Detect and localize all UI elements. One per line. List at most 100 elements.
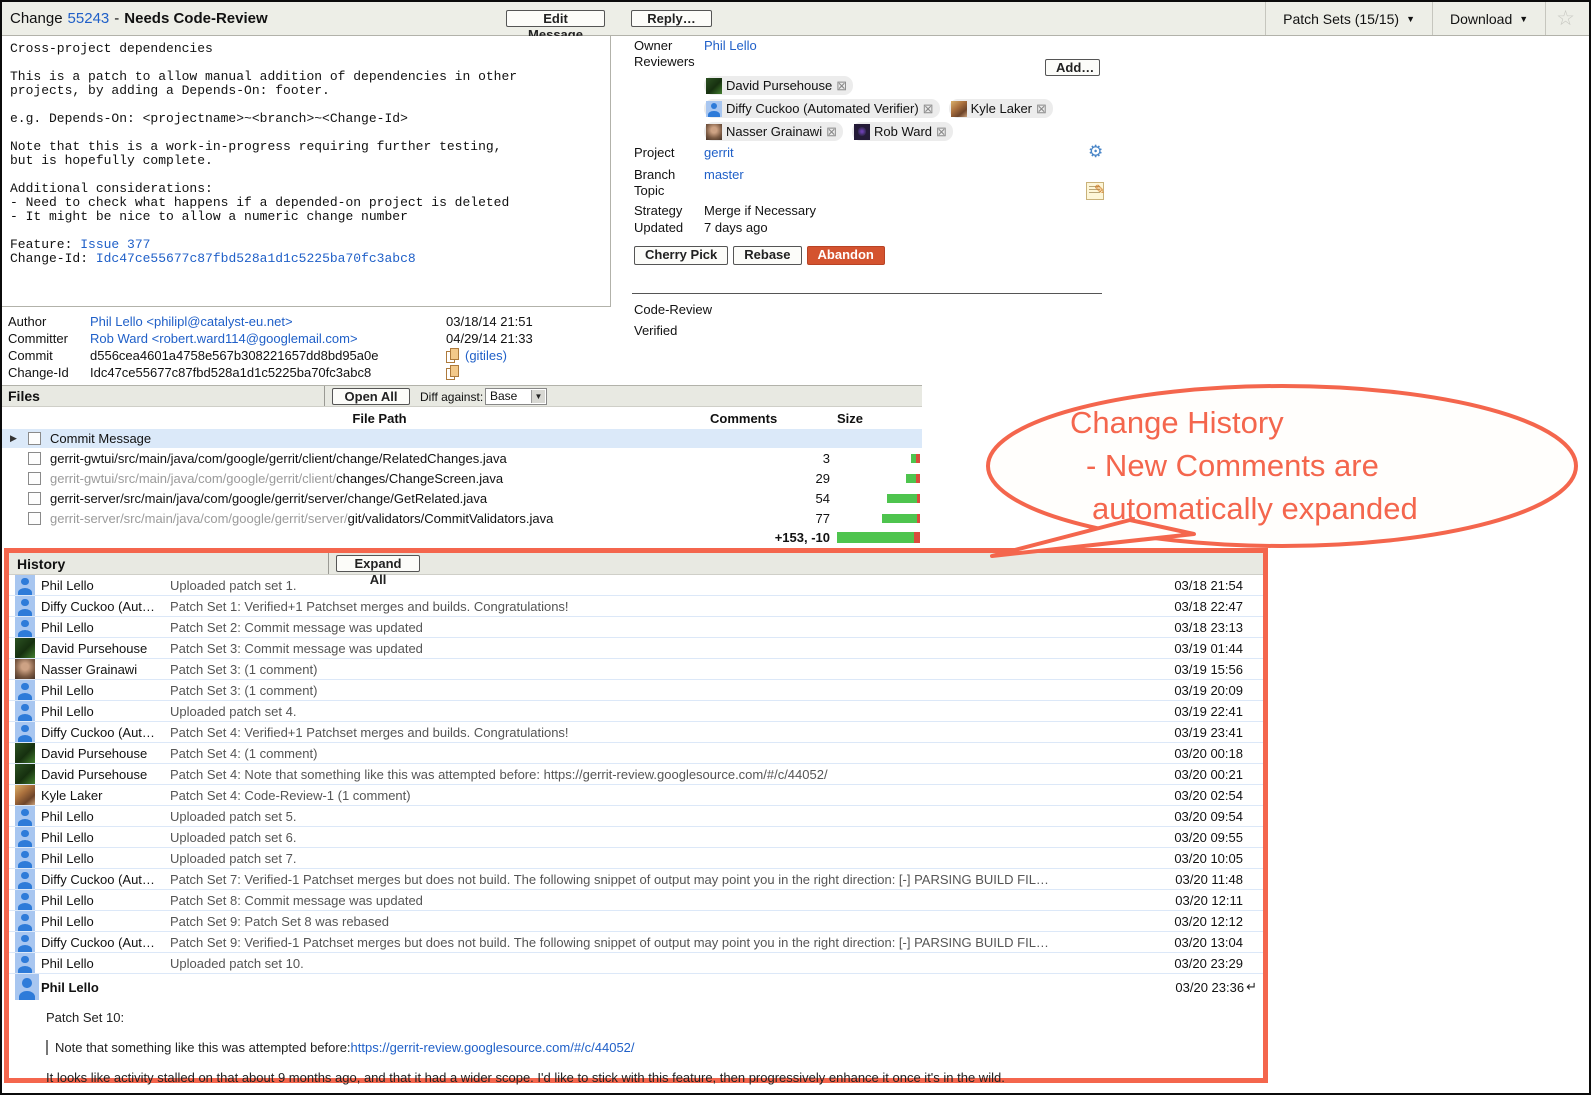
reviewer-chip[interactable]: Kyle Laker ⊠	[949, 99, 1053, 118]
reply-button[interactable]: Reply…	[631, 10, 712, 27]
file-path-link[interactable]: gerrit-gwtui/src/main/java/com/google/ge…	[50, 451, 710, 466]
history-row[interactable]: Phil Lello Patch Set 3: (1 comment) 03/1…	[9, 680, 1263, 701]
download-menu[interactable]: Download ▼	[1432, 2, 1545, 35]
remove-reviewer-icon[interactable]: ⊠	[923, 101, 934, 117]
change-id-link[interactable]: Idc47ce55677c87fbd528a1d1c5225ba70fc3abc…	[96, 251, 416, 266]
add-reviewer-button[interactable]: Add…	[1045, 59, 1100, 76]
history-row[interactable]: Phil Lello Patch Set 2: Commit message w…	[9, 617, 1263, 638]
reviewer-chip[interactable]: Nasser Grainawi ⊠	[704, 122, 843, 141]
history-row[interactable]: Phil Lello Uploaded patch set 10. 03/20 …	[9, 953, 1263, 974]
reviewer-chip[interactable]: Diffy Cuckoo (Automated Verifier) ⊠	[704, 99, 940, 118]
file-checkbox[interactable]	[28, 472, 41, 485]
gerrit-change-screen: Change 55243 - Needs Code-Review Edit Me…	[0, 0, 1591, 1095]
history-row[interactable]: Phil Lello Patch Set 9: Patch Set 8 was …	[9, 911, 1263, 932]
rebase-button[interactable]: Rebase	[733, 246, 801, 265]
reviewer-chip-row: Nasser Grainawi ⊠ Rob Ward ⊠	[704, 122, 953, 141]
remove-reviewer-icon[interactable]: ⊠	[936, 124, 947, 140]
history-row[interactable]: David Pursehouse Patch Set 4: Note that …	[9, 764, 1263, 785]
history-row[interactable]: Kyle Laker Patch Set 4: Code-Review-1 (1…	[9, 785, 1263, 806]
history-row-expanded[interactable]: Phil Lello 03/20 23:36 ↵	[9, 974, 1263, 1000]
feature-issue-link[interactable]: Issue 377	[80, 237, 150, 252]
change-id-label: Change-Id:	[10, 251, 96, 266]
committer-link[interactable]: Rob Ward <robert.ward114@googlemail.com>	[90, 331, 446, 346]
history-message: Patch Set 3: Commit message was updated	[170, 641, 1164, 656]
history-row[interactable]: Diffy Cuckoo (Aut… Patch Set 9: Verified…	[9, 932, 1263, 953]
commit-message-body: Cross-project dependencies This is a pat…	[10, 41, 517, 224]
cherry-pick-button[interactable]: Cherry Pick	[634, 246, 728, 265]
file-row: gerrit-gwtui/src/main/java/com/google/ge…	[2, 448, 922, 468]
file-row: gerrit-server/src/main/java/com/google/g…	[2, 508, 922, 528]
change-info-panel: Owner Phil Lello Reviewers Add… David Pu…	[632, 36, 1110, 366]
project-link[interactable]: gerrit	[704, 145, 734, 160]
gear-icon[interactable]: ⚙	[1088, 142, 1103, 162]
commit-label: Commit	[8, 348, 90, 363]
remove-reviewer-icon[interactable]: ⊠	[826, 124, 837, 140]
edit-topic-icon[interactable]	[1086, 182, 1104, 200]
history-row[interactable]: Phil Lello Uploaded patch set 5. 03/20 0…	[9, 806, 1263, 827]
history-row[interactable]: Phil Lello Uploaded patch set 4. 03/19 2…	[9, 701, 1263, 722]
reviewer-chip[interactable]: David Pursehouse ⊠	[704, 76, 853, 95]
strategy-value: Merge if Necessary	[704, 203, 816, 218]
file-checkbox[interactable]	[28, 492, 41, 505]
history-timestamp: 03/19 01:44	[1174, 641, 1243, 656]
history-row[interactable]: David Pursehouse Patch Set 4: (1 comment…	[9, 743, 1263, 764]
remove-reviewer-icon[interactable]: ⊠	[1036, 101, 1047, 117]
file-row: gerrit-gwtui/src/main/java/com/google/ge…	[2, 468, 922, 488]
copy-icon[interactable]	[446, 365, 460, 380]
star-icon[interactable]: ☆	[1545, 2, 1585, 35]
history-row[interactable]: David Pursehouse Patch Set 3: Commit mes…	[9, 638, 1263, 659]
abandon-button[interactable]: Abandon	[807, 246, 885, 265]
patch-sets-menu[interactable]: Patch Sets (15/15) ▼	[1265, 2, 1432, 35]
quote-link[interactable]: https://gerrit-review.googlesource.com/#…	[351, 1040, 635, 1055]
user-avatar	[15, 701, 35, 721]
added-bar	[882, 514, 917, 523]
expand-arrow-icon[interactable]: ▶	[10, 433, 28, 444]
history-timestamp: 03/20 10:05	[1174, 851, 1243, 866]
history-author: Phil Lello	[41, 830, 167, 845]
callout-line-3: automatically expanded	[1092, 487, 1418, 530]
user-avatar	[15, 743, 35, 763]
file-path-link[interactable]: gerrit-server/src/main/java/com/google/g…	[50, 491, 710, 506]
reviewer-chip[interactable]: Rob Ward ⊠	[852, 122, 953, 141]
open-all-button[interactable]: Open All	[332, 388, 410, 405]
change-id-line: Change-Id: Idc47ce55677c87fbd528a1d1c522…	[10, 252, 602, 266]
user-avatar	[15, 890, 35, 910]
branch-link[interactable]: master	[704, 167, 744, 182]
removed-bar	[917, 494, 920, 503]
file-path-link[interactable]: gerrit-gwtui/src/main/java/com/google/ge…	[50, 471, 710, 486]
file-path-link[interactable]: gerrit-server/src/main/java/com/google/g…	[50, 511, 710, 526]
file-path-prefix: gerrit-server/src/main/java/com/google/g…	[50, 511, 348, 526]
user-avatar	[15, 806, 35, 826]
owner-label: Owner	[634, 38, 704, 53]
edit-message-button[interactable]: Edit Message	[506, 10, 605, 27]
change-label: Change	[10, 10, 63, 27]
history-row[interactable]: Diffy Cuckoo (Aut… Patch Set 7: Verified…	[9, 869, 1263, 890]
file-checkbox[interactable]	[28, 452, 41, 465]
history-row[interactable]: Diffy Cuckoo (Aut… Patch Set 1: Verified…	[9, 596, 1263, 617]
verified-label-row: Verified	[634, 323, 677, 338]
diff-against-select[interactable]: Base ▼	[485, 388, 547, 405]
history-row[interactable]: Phil Lello Uploaded patch set 6. 03/20 0…	[9, 827, 1263, 848]
file-checkbox[interactable]	[28, 432, 41, 445]
history-row[interactable]: Nasser Grainawi Patch Set 3: (1 comment)…	[9, 659, 1263, 680]
history-timestamp: 03/18 22:47	[1174, 599, 1243, 614]
history-row[interactable]: Phil Lello Uploaded patch set 7. 03/20 1…	[9, 848, 1263, 869]
file-checkbox[interactable]	[28, 512, 41, 525]
history-row[interactable]: Diffy Cuckoo (Aut… Patch Set 4: Verified…	[9, 722, 1263, 743]
history-row[interactable]: Phil Lello Uploaded patch set 1. 03/18 2…	[9, 575, 1263, 596]
commit-message-row[interactable]: ▶ Commit Message	[2, 429, 922, 448]
user-avatar	[15, 953, 35, 973]
updated-value: 7 days ago	[704, 220, 768, 235]
copy-icon[interactable]	[446, 348, 460, 363]
history-row[interactable]: Phil Lello Patch Set 8: Commit message w…	[9, 890, 1263, 911]
remove-reviewer-icon[interactable]: ⊠	[836, 78, 847, 94]
files-total-row: +153, -10	[2, 528, 922, 546]
change-number-link[interactable]: 55243	[68, 10, 110, 27]
author-link[interactable]: Phil Lello <philipl@catalyst-eu.net>	[90, 314, 446, 329]
gitiles-link[interactable]: (gitiles)	[465, 348, 507, 363]
reviewer-name: David Pursehouse	[726, 78, 832, 93]
owner-link[interactable]: Phil Lello	[704, 38, 757, 53]
file-row: gerrit-server/src/main/java/com/google/g…	[2, 488, 922, 508]
expand-all-button[interactable]: Expand All	[336, 555, 420, 572]
avatar-cell	[15, 974, 41, 1000]
